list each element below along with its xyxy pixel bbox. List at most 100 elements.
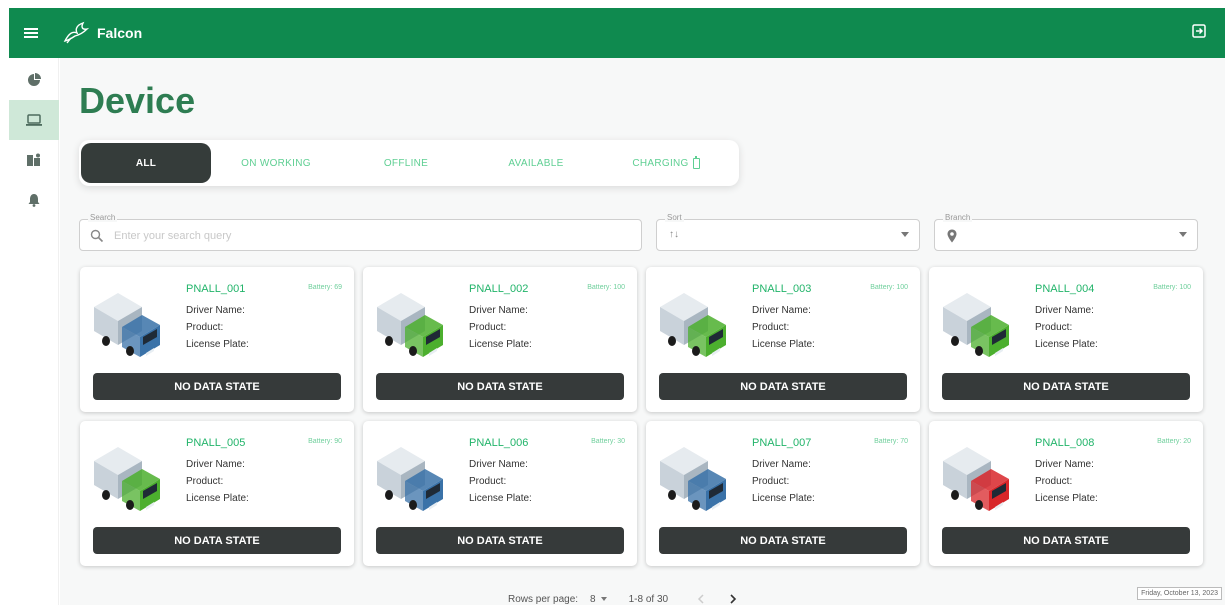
logout-button[interactable] xyxy=(1191,23,1211,43)
device-card[interactable]: PNALL_001 Battery: 69 Driver Name: Product:… xyxy=(80,267,354,412)
driver-name-label: Driver Name: xyxy=(469,305,528,316)
battery-level: Battery: 100 xyxy=(870,284,908,291)
sidebar xyxy=(9,58,59,605)
laptop-icon xyxy=(26,114,42,126)
device-id[interactable]: PNALL_007 xyxy=(752,437,811,449)
sidebar-item-map[interactable] xyxy=(9,140,59,180)
search-label: Search xyxy=(88,213,118,222)
product-label: Product: xyxy=(1035,476,1073,487)
tab-all[interactable]: ALL xyxy=(81,143,211,183)
sort-value: ↑↓ xyxy=(669,229,679,240)
device-id[interactable]: PNALL_003 xyxy=(752,283,811,295)
rows-per-page-select[interactable]: 8 xyxy=(590,594,607,605)
tab-label: AVAILABLE xyxy=(508,157,564,169)
falcon-logo-icon xyxy=(63,21,90,44)
battery-level: Battery: 20 xyxy=(1157,438,1191,445)
truck-icon xyxy=(660,447,726,511)
battery-level: Battery: 30 xyxy=(591,438,625,445)
no-data-state-button[interactable]: NO DATA STATE xyxy=(376,527,624,554)
device-id[interactable]: PNALL_008 xyxy=(1035,437,1094,449)
sidebar-item-notifications[interactable] xyxy=(9,180,59,220)
branch-select[interactable]: Branch xyxy=(934,213,1198,251)
dropdown-arrow-icon xyxy=(600,597,607,601)
driver-name-label: Driver Name: xyxy=(186,459,245,470)
search-input[interactable] xyxy=(114,227,614,245)
main-content: Device ALL ON WORKING OFFLINE AVAILABLE … xyxy=(60,58,1225,605)
sidebar-item-device[interactable] xyxy=(9,100,59,140)
chevron-right-icon xyxy=(730,594,737,604)
no-data-state-button[interactable]: NO DATA STATE xyxy=(376,373,624,400)
tab-offline[interactable]: OFFLINE xyxy=(341,143,471,183)
device-card[interactable]: PNALL_007 Battery: 70 Driver Name: Product:… xyxy=(646,421,920,566)
license-plate-label: License Plate: xyxy=(469,339,532,350)
device-id[interactable]: PNALL_004 xyxy=(1035,283,1094,295)
battery-level: Battery: 100 xyxy=(1153,284,1191,291)
page-title: Device xyxy=(79,80,196,121)
app-logo[interactable]: Falcon xyxy=(63,21,142,45)
no-data-state-button[interactable]: NO DATA STATE xyxy=(93,527,341,554)
device-card[interactable]: PNALL_005 Battery: 90 Driver Name: Product:… xyxy=(80,421,354,566)
driver-name-label: Driver Name: xyxy=(752,459,811,470)
device-id[interactable]: PNALL_005 xyxy=(186,437,245,449)
product-label: Product: xyxy=(186,476,224,487)
device-card[interactable]: PNALL_006 Battery: 30 Driver Name: Product:… xyxy=(363,421,637,566)
search-icon xyxy=(90,229,104,243)
driver-name-label: Driver Name: xyxy=(469,459,528,470)
driver-name-label: Driver Name: xyxy=(1035,305,1094,316)
no-data-state-button[interactable]: NO DATA STATE xyxy=(93,373,341,400)
status-tabs: ALL ON WORKING OFFLINE AVAILABLE CHARGIN… xyxy=(79,140,739,186)
product-label: Product: xyxy=(469,322,507,333)
license-plate-label: License Plate: xyxy=(469,493,532,504)
bell-icon xyxy=(28,194,40,207)
device-card[interactable]: PNALL_003 Battery: 100 Driver Name: Product… xyxy=(646,267,920,412)
sidebar-item-dashboard[interactable] xyxy=(9,60,59,100)
tab-label: OFFLINE xyxy=(383,157,429,169)
device-id[interactable]: PNALL_001 xyxy=(186,283,245,295)
map-icon xyxy=(27,153,40,166)
chevron-left-icon xyxy=(698,594,704,604)
truck-icon xyxy=(94,447,160,511)
tab-label: CHARGING xyxy=(632,157,689,169)
tab-charging[interactable]: CHARGING xyxy=(601,143,731,183)
sort-select[interactable]: Sort ↑↓ xyxy=(656,213,920,251)
product-label: Product: xyxy=(469,476,507,487)
no-data-state-button[interactable]: NO DATA STATE xyxy=(942,527,1190,554)
prev-page-button[interactable] xyxy=(694,592,708,606)
device-id[interactable]: PNALL_002 xyxy=(469,283,528,295)
menu-button[interactable] xyxy=(9,8,53,58)
page-range: 1-8 of 30 xyxy=(628,593,669,605)
device-card[interactable]: PNALL_004 Battery: 100 Driver Name: Product… xyxy=(929,267,1203,412)
license-plate-label: License Plate: xyxy=(1035,493,1098,504)
license-plate-label: License Plate: xyxy=(186,339,249,350)
rows-per-page-label: Rows per page: xyxy=(508,593,579,605)
tab-on-working[interactable]: ON WORKING xyxy=(211,143,341,183)
truck-icon xyxy=(943,447,1009,511)
app-name: Falcon xyxy=(97,25,143,41)
pagination: Rows per page: 8 1-8 of 30 xyxy=(508,592,740,606)
truck-icon xyxy=(943,293,1009,357)
license-plate-label: License Plate: xyxy=(752,493,815,504)
no-data-state-button[interactable]: NO DATA STATE xyxy=(659,373,907,400)
license-plate-label: License Plate: xyxy=(186,493,249,504)
device-card[interactable]: PNALL_008 Battery: 20 Driver Name: Product:… xyxy=(929,421,1203,566)
product-label: Product: xyxy=(1035,322,1073,333)
pie-chart-icon xyxy=(28,73,41,86)
truck-icon xyxy=(660,293,726,357)
search-field: Search xyxy=(79,213,642,251)
battery-level: Battery: 69 xyxy=(308,284,342,291)
sort-label: Sort xyxy=(665,213,684,222)
no-data-state-button[interactable]: NO DATA STATE xyxy=(942,373,1190,400)
license-plate-label: License Plate: xyxy=(1035,339,1098,350)
battery-charging-icon xyxy=(692,155,700,169)
product-label: Product: xyxy=(752,322,790,333)
device-id[interactable]: PNALL_006 xyxy=(469,437,528,449)
next-page-button[interactable] xyxy=(726,592,740,606)
hamburger-icon xyxy=(24,28,38,38)
device-card[interactable]: PNALL_002 Battery: 100 Driver Name: Product… xyxy=(363,267,637,412)
tab-available[interactable]: AVAILABLE xyxy=(471,143,601,183)
branch-label: Branch xyxy=(943,213,973,222)
battery-level: Battery: 90 xyxy=(308,438,342,445)
no-data-state-button[interactable]: NO DATA STATE xyxy=(659,527,907,554)
battery-level: Battery: 100 xyxy=(587,284,625,291)
date-tooltip: Friday, October 13, 2023 xyxy=(1137,587,1222,600)
